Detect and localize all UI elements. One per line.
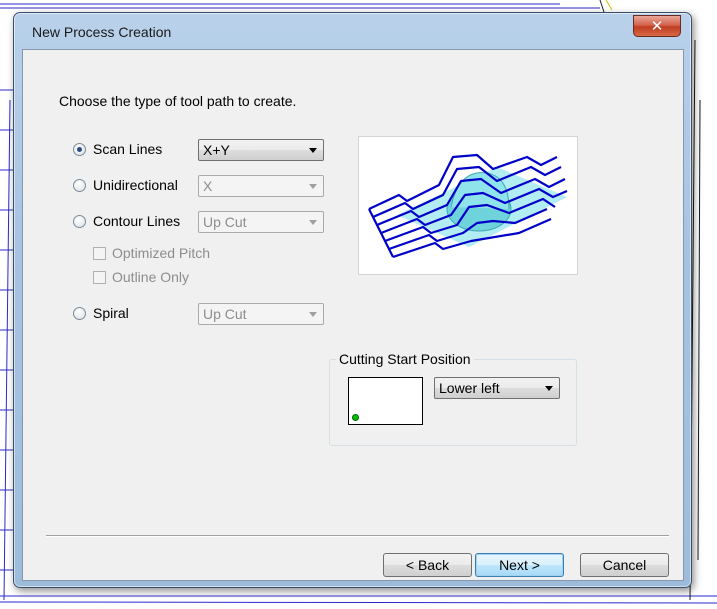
cutting-start-position-group: Cutting Start Position Lower left bbox=[329, 351, 577, 446]
close-button[interactable]: ✕ bbox=[633, 15, 681, 37]
cutting-start-position-select[interactable]: Lower left bbox=[434, 377, 560, 399]
radio-scan-lines[interactable]: Scan Lines bbox=[73, 139, 183, 161]
toolpath-preview-image bbox=[358, 136, 578, 275]
outline-only-checkbox[interactable] bbox=[93, 271, 106, 284]
scan-lines-toolpath-illustration bbox=[368, 153, 568, 259]
cancel-button[interactable]: Cancel bbox=[580, 553, 669, 577]
next-button[interactable]: Next > bbox=[475, 553, 564, 577]
radio-unidirectional[interactable]: Unidirectional bbox=[73, 175, 183, 197]
spiral-cut-value: Up Cut bbox=[203, 306, 247, 322]
scan-lines-direction-value: X+Y bbox=[203, 142, 230, 158]
chevron-down-icon bbox=[309, 184, 317, 189]
unidirectional-direction-value: X bbox=[203, 178, 213, 194]
radio-button-icon[interactable] bbox=[73, 179, 86, 192]
radio-button-icon[interactable] bbox=[73, 215, 86, 228]
contour-lines-cut-select[interactable]: Up Cut bbox=[198, 211, 324, 233]
chevron-down-icon bbox=[309, 312, 317, 317]
spiral-cut-select[interactable]: Up Cut bbox=[198, 303, 324, 325]
scan-lines-direction-select[interactable]: X+Y bbox=[198, 139, 324, 161]
cutting-start-position-label: Cutting Start Position bbox=[336, 351, 474, 367]
footer-separator bbox=[46, 535, 669, 537]
start-point-marker bbox=[352, 414, 359, 421]
window-title: New Process Creation bbox=[32, 24, 172, 40]
radio-unidirectional-label: Unidirectional bbox=[93, 177, 178, 193]
contour-lines-cut-value: Up Cut bbox=[203, 214, 247, 230]
chevron-down-icon bbox=[309, 148, 317, 153]
radio-button-icon[interactable] bbox=[73, 143, 86, 156]
new-process-creation-dialog: New Process Creation ✕ Choose the type o… bbox=[13, 12, 692, 588]
prompt-text: Choose the type of tool path to create. bbox=[59, 93, 297, 109]
radio-spiral[interactable]: Spiral bbox=[73, 303, 183, 325]
start-position-diagram bbox=[348, 377, 423, 425]
radio-contour-lines[interactable]: Contour Lines bbox=[73, 211, 183, 233]
chevron-down-icon bbox=[309, 220, 317, 225]
chevron-down-icon bbox=[545, 386, 553, 391]
back-button[interactable]: < Back bbox=[383, 553, 472, 577]
radio-contour-lines-label: Contour Lines bbox=[93, 213, 181, 229]
radio-spiral-label: Spiral bbox=[93, 305, 129, 321]
title-bar[interactable]: New Process Creation ✕ bbox=[14, 13, 691, 49]
radio-button-icon[interactable] bbox=[73, 307, 86, 320]
optimized-pitch-label: Optimized Pitch bbox=[112, 245, 211, 261]
close-icon: ✕ bbox=[650, 17, 664, 35]
unidirectional-direction-select[interactable]: X bbox=[198, 175, 324, 197]
optimized-pitch-checkbox[interactable] bbox=[93, 247, 106, 260]
cutting-start-position-value: Lower left bbox=[439, 380, 500, 396]
outline-only-label: Outline Only bbox=[112, 269, 190, 285]
dialog-client-area: Choose the type of tool path to create. … bbox=[22, 49, 684, 581]
radio-scan-lines-label: Scan Lines bbox=[93, 141, 163, 157]
